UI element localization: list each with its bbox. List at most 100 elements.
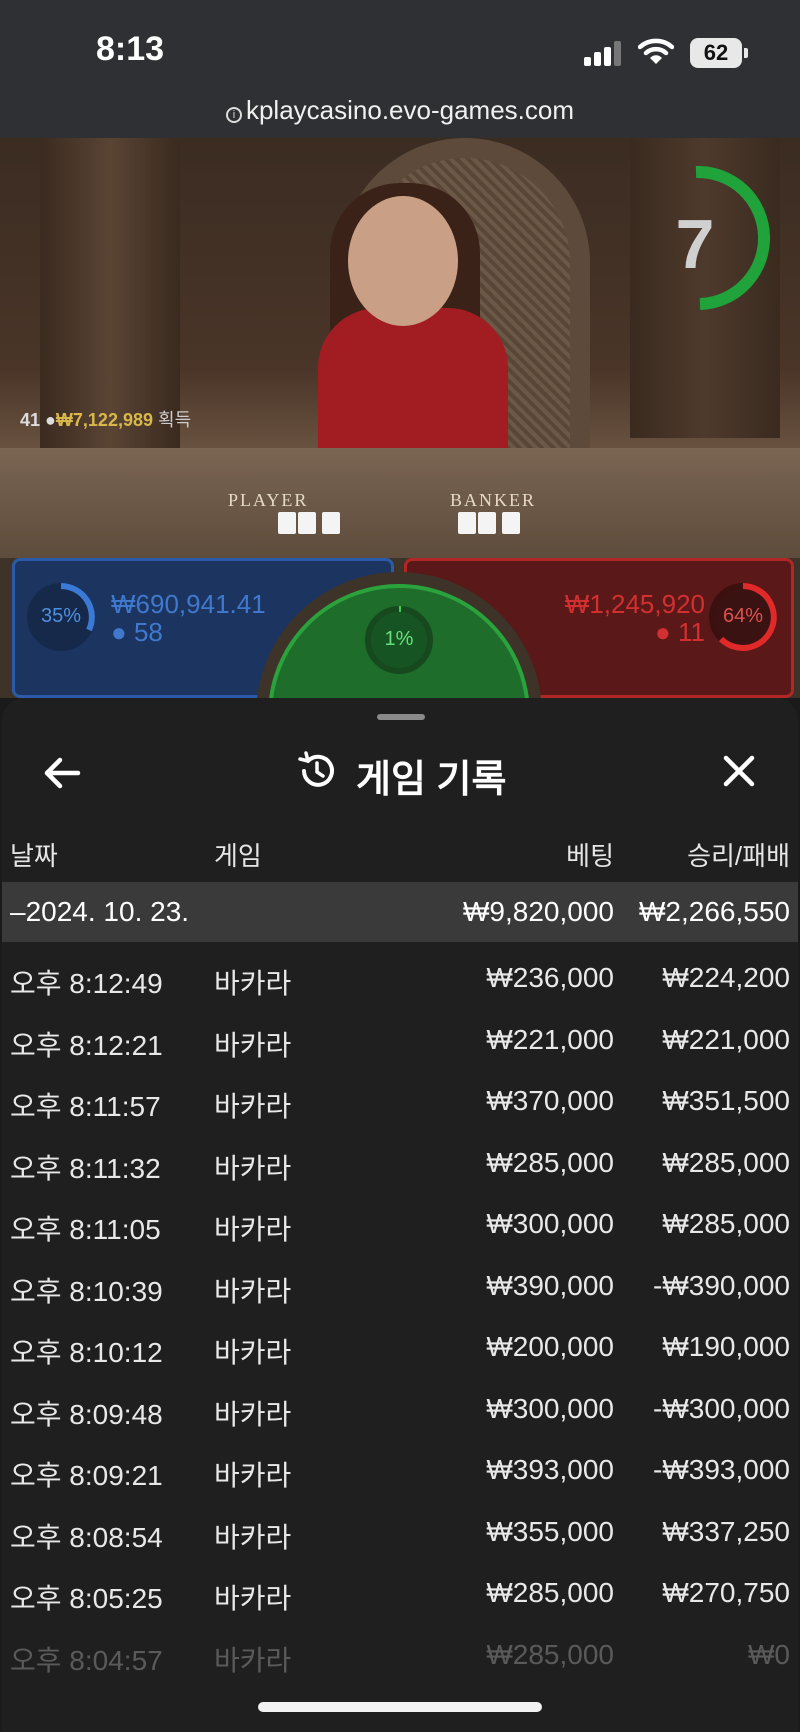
date-group-row[interactable]: –2024. 10. 23. ₩9,820,000 ₩2,266,550 <box>2 882 798 942</box>
row-time: 오후 8:10:39 <box>10 1275 163 1307</box>
user-icon: ● <box>45 410 56 430</box>
history-row[interactable]: 오후 8:10:39 바카라 ₩390,000 -₩390,000 <box>2 1254 798 1316</box>
row-bet: ₩285,000 <box>486 1577 614 1608</box>
row-bet: ₩285,000 <box>486 1146 614 1178</box>
winners-info: 41 ●₩7,122,989 획득 <box>20 406 191 432</box>
player-count: 58 <box>133 617 163 647</box>
status-bar: 8:13 62 <box>0 0 800 92</box>
user-icon: ● <box>111 617 127 647</box>
row-bet: ₩285,000 <box>486 1638 614 1670</box>
history-row[interactable]: 오후 8:12:21 바카라 ₩221,000 ₩221,000 <box>2 1008 798 1070</box>
history-row[interactable]: 오후 8:11:05 바카라 ₩300,000 ₩285,000 <box>2 1192 798 1254</box>
close-icon[interactable] <box>714 746 764 796</box>
player-bettor-count: ● 58 <box>111 617 163 648</box>
row-bet: ₩300,000 <box>486 1392 614 1424</box>
history-row[interactable]: 오후 8:10:12 바카라 ₩200,000 ₩190,000 <box>2 1315 798 1377</box>
row-winloss: ₩190,000 <box>662 1331 790 1362</box>
game-history-sheet: 게임 기록 날짜 게임 베팅 승리/패배 –2024. 10. 23. ₩9,8… <box>2 698 798 1732</box>
row-game: 바카라 <box>214 1091 292 1122</box>
history-list: 오후 8:12:49 바카라 ₩236,000 ₩224,200 오후 8:12:21… <box>2 946 798 1684</box>
dealer-face <box>348 196 458 326</box>
column-header-game: 게임 <box>214 841 262 871</box>
row-game: 바카라 <box>214 1337 292 1368</box>
row-bet: ₩236,000 <box>486 962 614 993</box>
history-row[interactable]: 오후 8:04:57 바카라 ₩285,000 ₩0 <box>2 1623 798 1685</box>
playing-card <box>322 512 340 534</box>
row-game: 바카라 <box>214 1398 292 1430</box>
row-time: 오후 8:09:48 <box>10 1398 163 1430</box>
banker-percent: 64% <box>722 605 764 627</box>
row-time: 오후 8:11:05 <box>10 1214 161 1245</box>
row-time: 오후 8:08:54 <box>10 1521 163 1553</box>
table-player-label: PLAYER <box>228 490 309 510</box>
row-bet: ₩370,000 <box>486 1085 614 1116</box>
row-bet: ₩300,000 <box>486 1208 614 1239</box>
banker-bet-total: ₩1,245,920 <box>564 589 705 619</box>
date-group-total-bet: ₩9,820,000 <box>463 896 614 927</box>
tie-percent: 1% <box>384 628 414 650</box>
column-header-bet: 베팅 <box>566 841 614 871</box>
table-banker-label: BANKER <box>450 490 537 510</box>
playing-card <box>298 512 316 534</box>
history-row[interactable]: 오후 8:05:25 바카라 ₩285,000 ₩270,750 <box>2 1561 798 1623</box>
url-text: kplaycasino.evo-games.com <box>245 95 575 125</box>
row-game: 바카라 <box>214 1152 292 1184</box>
column-header-date: 날짜 <box>10 841 58 871</box>
address-bar[interactable]: i kplaycasino.evo-games.com <box>0 92 800 138</box>
sheet-grabber[interactable] <box>377 714 425 720</box>
status-time: 8:13 <box>96 30 165 68</box>
countdown-timer: 7 <box>630 165 771 312</box>
win-amount: ₩7,122,989 <box>55 410 153 430</box>
row-game: 바카라 <box>214 1275 292 1307</box>
row-game: 바카라 <box>214 1029 292 1061</box>
row-game: 바카라 <box>214 1214 292 1245</box>
history-row[interactable]: 오후 8:09:21 바카라 ₩393,000 -₩393,000 <box>2 1438 798 1500</box>
playing-card <box>278 512 296 534</box>
player-percent: 35% <box>40 605 82 627</box>
date-group-total-winloss: ₩2,266,550 <box>639 896 790 927</box>
row-winloss: ₩0 <box>748 1638 790 1670</box>
banker-bettor-count: ● 11 <box>655 617 705 648</box>
row-winloss: ₩285,000 <box>662 1208 790 1239</box>
banker-count: 11 <box>678 617 705 647</box>
row-game: 바카라 <box>214 1583 292 1614</box>
winner-count: 41 <box>20 410 41 430</box>
wifi-icon <box>638 38 674 64</box>
date-group-label: –2024. 10. 23. <box>10 896 190 927</box>
row-winloss: ₩337,250 <box>662 1515 790 1547</box>
history-row[interactable]: 오후 8:11:32 바카라 ₩285,000 ₩285,000 <box>2 1131 798 1193</box>
battery-indicator: 62 <box>690 38 748 68</box>
row-bet: ₩355,000 <box>486 1515 614 1547</box>
user-icon: ● <box>655 617 671 647</box>
history-row[interactable]: 오후 8:11:57 바카라 ₩370,000 ₩351,500 <box>2 1069 798 1131</box>
row-winloss: ₩221,000 <box>662 1023 790 1055</box>
row-game: 바카라 <box>214 1460 292 1491</box>
cellular-signal-icon <box>584 40 626 66</box>
player-bet-total: ₩690,941.41 <box>111 589 266 619</box>
row-time: 오후 8:09:21 <box>10 1460 163 1491</box>
row-time: 오후 8:12:21 <box>10 1029 163 1061</box>
row-time: 오후 8:12:49 <box>10 968 163 999</box>
row-winloss: ₩224,200 <box>662 962 790 993</box>
info-icon: i <box>225 106 242 123</box>
row-bet: ₩200,000 <box>486 1331 614 1362</box>
row-winloss: -₩300,000 <box>653 1392 790 1424</box>
row-winloss: ₩270,750 <box>662 1577 790 1608</box>
playing-card <box>478 512 496 534</box>
bet-area: 35% ₩690,941.41 ● 58 ₩1,245,920 ● 11 64%… <box>0 558 800 698</box>
baccarat-table <box>0 448 800 558</box>
history-row[interactable]: 오후 8:09:48 바카라 ₩300,000 -₩300,000 <box>2 1377 798 1439</box>
row-bet: ₩221,000 <box>486 1023 614 1055</box>
playing-card <box>502 512 520 534</box>
playing-card <box>458 512 476 534</box>
home-indicator[interactable] <box>258 1702 542 1712</box>
row-game: 바카라 <box>214 1644 292 1676</box>
history-row[interactable]: 오후 8:12:49 바카라 ₩236,000 ₩224,200 <box>2 946 798 1008</box>
win-label: 획득 <box>158 410 192 430</box>
row-winloss: -₩393,000 <box>653 1454 790 1485</box>
back-arrow-icon[interactable] <box>38 748 88 798</box>
history-row[interactable]: 오후 8:08:54 바카라 ₩355,000 ₩337,250 <box>2 1500 798 1562</box>
row-time: 오후 8:10:12 <box>10 1337 163 1368</box>
row-time: 오후 8:11:57 <box>10 1091 161 1122</box>
row-game: 바카라 <box>214 1521 292 1553</box>
